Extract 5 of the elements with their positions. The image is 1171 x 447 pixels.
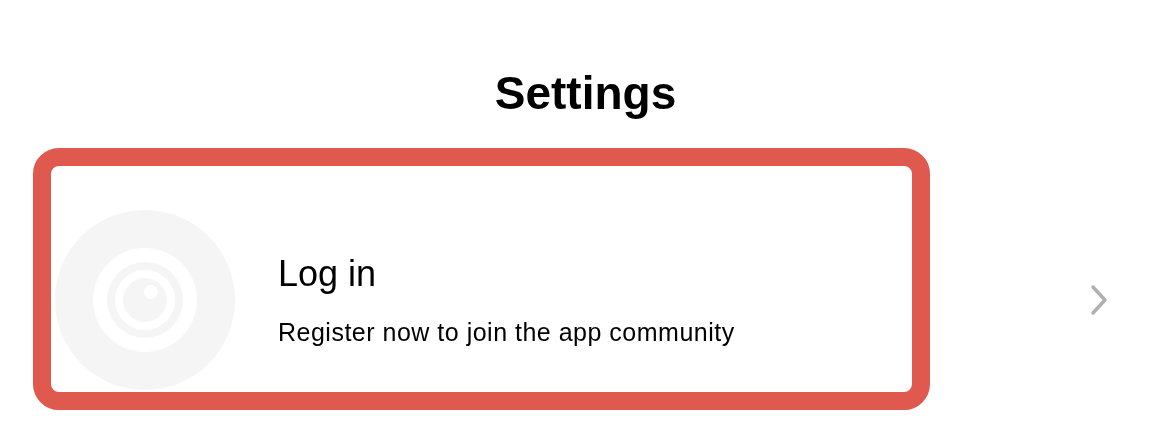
chevron-right-icon [1089, 284, 1109, 316]
avatar-icon [55, 210, 235, 390]
login-title: Log in [278, 255, 378, 292]
login-subtitle: Register now to join the app community [278, 319, 735, 345]
login-row[interactable]: Log in Register now to join the app community [0, 210, 1171, 390]
